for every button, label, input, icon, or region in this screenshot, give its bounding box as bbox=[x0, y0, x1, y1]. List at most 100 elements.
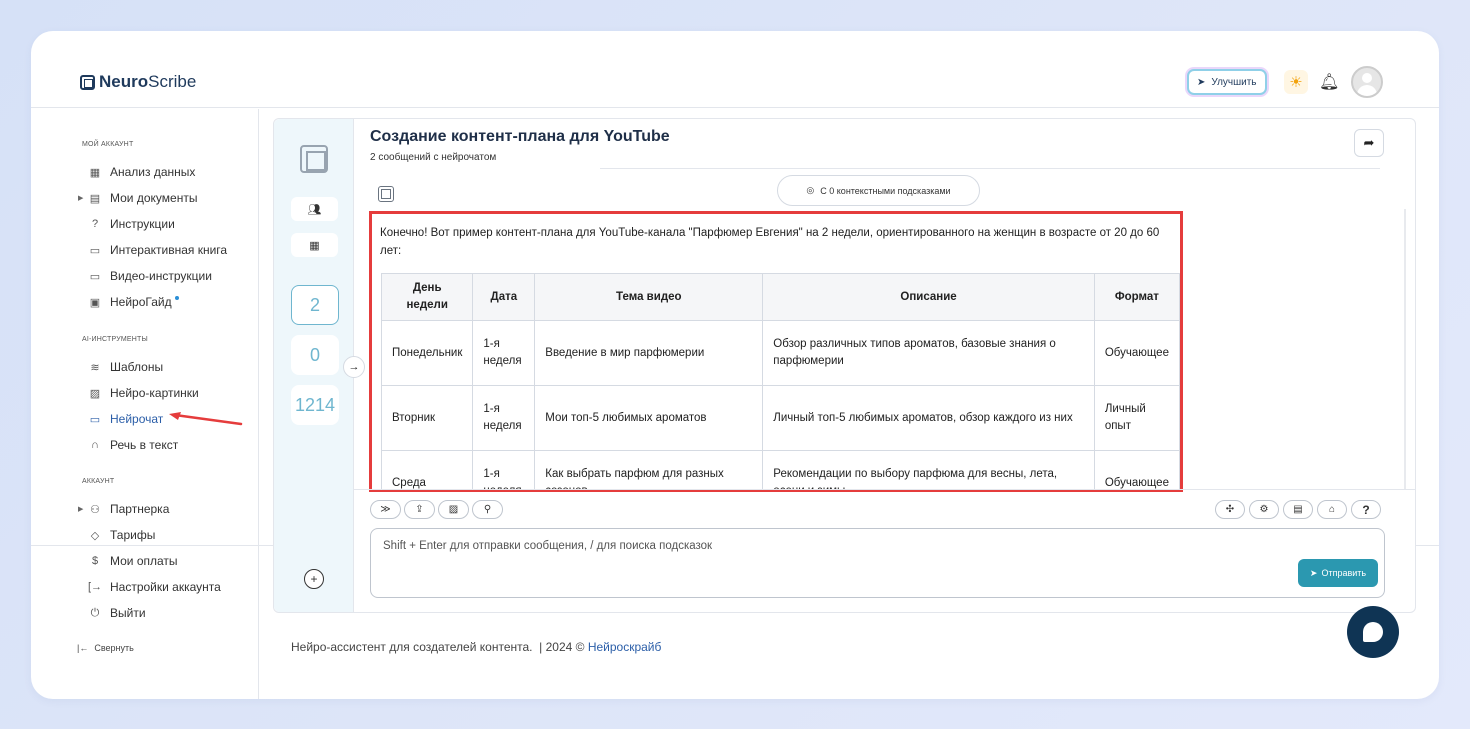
context-hints-pill[interactable]: ◎ С 0 контекстными подсказками bbox=[777, 175, 980, 206]
section-title-ai-tools: AI-ИНСТРУМЕНТЫ bbox=[82, 336, 148, 343]
sidebar-item-label: Инструкции bbox=[110, 217, 175, 231]
help-button[interactable]: ? bbox=[1351, 500, 1381, 519]
sidebar-item-instructions[interactable]: ? Инструкции bbox=[88, 215, 175, 233]
chat-icon: ▭ bbox=[89, 413, 101, 426]
sidebar-item-templates[interactable]: ≋ Шаблоны bbox=[88, 358, 163, 376]
sidebar-item-data-analysis[interactable]: ▦ Анализ данных bbox=[88, 163, 196, 181]
plugins-button[interactable]: ✣ bbox=[1215, 500, 1245, 519]
question-icon: ? bbox=[1362, 502, 1370, 517]
footer-link[interactable]: Нейроскрайб bbox=[588, 640, 662, 654]
section-title-settings: АККАУНТ bbox=[82, 478, 115, 485]
sidebar-item-interactive-book[interactable]: ▭ Интерактивная книга bbox=[88, 241, 227, 259]
bot-button[interactable]: ⌂ bbox=[1317, 500, 1347, 519]
sidebar-item-label: Шаблоны bbox=[110, 360, 164, 374]
composer-toolbar-left: ≫ ⇪ ▨ ⚲ bbox=[370, 500, 503, 519]
guide-icon: ▣ bbox=[89, 296, 101, 309]
sidebar-item-video-instructions[interactable]: ▭ Видео-инструкции bbox=[88, 267, 212, 285]
counter-messages[interactable]: 2 bbox=[291, 285, 339, 325]
sidebar-item-neuro-images[interactable]: ▨ Нейро-картинки bbox=[88, 384, 199, 402]
counter-hints[interactable]: 0 bbox=[291, 335, 339, 375]
collapse-toolbar-button[interactable]: ≫ bbox=[370, 500, 401, 519]
sidebar-item-partners[interactable]: ▶ ⚇ Партнерка bbox=[78, 500, 169, 518]
annotation-arrow bbox=[169, 412, 243, 426]
chat-subtitle: 2 сообщений с нейрочатом bbox=[370, 152, 497, 163]
plus-icon: + bbox=[310, 572, 318, 586]
add-chat-button[interactable]: + bbox=[304, 569, 324, 589]
sidebar-item-neurochat[interactable]: ▭ Нейрочат bbox=[88, 410, 164, 428]
sidebar-item-label: Нейро-картинки bbox=[110, 386, 199, 400]
sidebar-item-label: Речь в текст bbox=[110, 438, 179, 452]
document-icon: ▤ bbox=[89, 192, 101, 205]
settings-button[interactable]: ⚙ bbox=[1249, 500, 1279, 519]
caret-right-icon: ▶ bbox=[78, 506, 84, 513]
send-icon: ➤ bbox=[1309, 567, 1318, 578]
message-input-placeholder: Shift + Enter для отправки сообщения, / … bbox=[383, 540, 713, 552]
upgrade-button[interactable]: ➤ Улучшить bbox=[1187, 69, 1267, 95]
sidebar-item-label: Интерактивная книга bbox=[110, 243, 228, 257]
layers-icon: ≋ bbox=[90, 361, 100, 374]
sidebar-item-speech-to-text[interactable]: ∩ Речь в текст bbox=[88, 436, 178, 454]
image-icon: ▨ bbox=[89, 387, 101, 400]
sidebar-item-label: Выйти bbox=[110, 606, 146, 620]
sidebar-item-tariffs[interactable]: ◇ Тарифы bbox=[88, 526, 156, 544]
rocket-icon: ➤ bbox=[1197, 76, 1206, 88]
send-button[interactable]: ➤ Отправить bbox=[1298, 559, 1378, 587]
neuroscribe-logo-icon bbox=[300, 145, 328, 173]
table-cell: Обзор различных типов ароматов, базовые … bbox=[762, 320, 1095, 386]
table-cell: 1-я неделя bbox=[472, 320, 536, 386]
expand-rail-button[interactable]: → bbox=[343, 356, 365, 378]
headphones-icon: ∩ bbox=[91, 439, 99, 451]
counter-tokens[interactable]: 1214 bbox=[291, 385, 339, 425]
message-input[interactable]: Shift + Enter для отправки сообщения, / … bbox=[370, 528, 1385, 598]
chat-panel: 👥︎ ▦ 2 0 1214 + → Создание контент-плана… bbox=[273, 118, 1416, 613]
help-icon: ? bbox=[91, 218, 99, 230]
palette-icon: ◎ bbox=[806, 185, 815, 195]
table-cell: Вторник bbox=[380, 385, 474, 451]
table-cell: Мои топ-5 любимых ароматов bbox=[534, 385, 764, 451]
collapse-sidebar-button[interactable]: |← Свернуть bbox=[77, 643, 134, 653]
column-header: Формат bbox=[1093, 273, 1180, 321]
column-header: Тема видео bbox=[534, 273, 764, 321]
magic-wand-button[interactable]: ⚲ bbox=[472, 500, 503, 519]
notifications-button[interactable]: 🔔︎ bbox=[1319, 72, 1339, 92]
table-cell: Среда bbox=[380, 450, 474, 489]
grid-icon: ▦ bbox=[309, 239, 320, 252]
collapse-label: Свернуть bbox=[94, 643, 134, 653]
chat-bubble-icon bbox=[1363, 622, 1383, 642]
avatar[interactable] bbox=[1351, 66, 1383, 98]
send-label: Отправить bbox=[1321, 568, 1367, 578]
messages-scrollbar[interactable] bbox=[1404, 209, 1406, 489]
logo[interactable]: Neuro Scribe bbox=[80, 72, 196, 92]
logo-text-bold: Neuro bbox=[99, 72, 149, 91]
save-button[interactable]: ▤ bbox=[1283, 500, 1313, 519]
sidebar-item-documents[interactable]: ▶ ▤ Мои документы bbox=[78, 189, 197, 207]
table-cell: Как выбрать парфюм для разных сезонов bbox=[534, 450, 764, 489]
users-icon: 👥︎ bbox=[307, 203, 322, 216]
share-icon: ➦ bbox=[1363, 135, 1375, 150]
upload-button[interactable]: ⇪ bbox=[404, 500, 435, 519]
sidebar: МОЙ АККАУНТ ▦ Анализ данных ▶ ▤ Мои докумен… bbox=[31, 109, 259, 699]
sidebar-item-payments[interactable]: $ Мои оплаты bbox=[88, 552, 178, 570]
table-row: Вторник 1-я неделя Мои топ-5 любимых аро… bbox=[380, 385, 1180, 451]
contacts-button[interactable]: 👥︎ bbox=[291, 197, 338, 221]
table-row: Среда 1-я неделя Как выбрать парфюм для … bbox=[380, 450, 1180, 489]
gear-icon: ⚙ bbox=[1259, 504, 1269, 515]
sidebar-item-account-settings[interactable]: [→ Настройки аккаунта bbox=[88, 578, 221, 596]
apps-button[interactable]: ▦ bbox=[291, 233, 338, 257]
tag-icon: ◇ bbox=[90, 529, 100, 542]
sidebar-item-neuroguide[interactable]: ▣ НейроГайд bbox=[88, 293, 179, 311]
top-bar: Neuro Scribe ➤ Улучшить ☀ 🔔︎ bbox=[31, 31, 1439, 108]
image-button[interactable]: ▨ bbox=[438, 500, 469, 519]
table-cell: Личный опыт bbox=[1093, 385, 1180, 451]
table-cell: Личный топ-5 любимых ароматов, обзор каж… bbox=[762, 385, 1095, 451]
app-window: Neuro Scribe ➤ Улучшить ☀ 🔔︎ МОЙ АККАУНТ … bbox=[31, 31, 1439, 699]
share-button[interactable]: ➦ bbox=[1354, 129, 1384, 157]
support-chat-button[interactable] bbox=[1347, 606, 1399, 658]
sidebar-item-logout[interactable]: ⏻ Выйти bbox=[88, 604, 146, 622]
table-row: Понедельник 1-я неделя Введение в мир па… bbox=[380, 320, 1180, 386]
theme-toggle-button[interactable]: ☀ bbox=[1284, 70, 1308, 94]
upgrade-label: Улучшить bbox=[1211, 76, 1257, 88]
assistant-message: Конечно! Вот пример контент-плана для Yo… bbox=[369, 211, 1183, 492]
section-title-account: МОЙ АККАУНТ bbox=[82, 141, 134, 148]
table-cell: 1-я неделя bbox=[472, 385, 536, 451]
